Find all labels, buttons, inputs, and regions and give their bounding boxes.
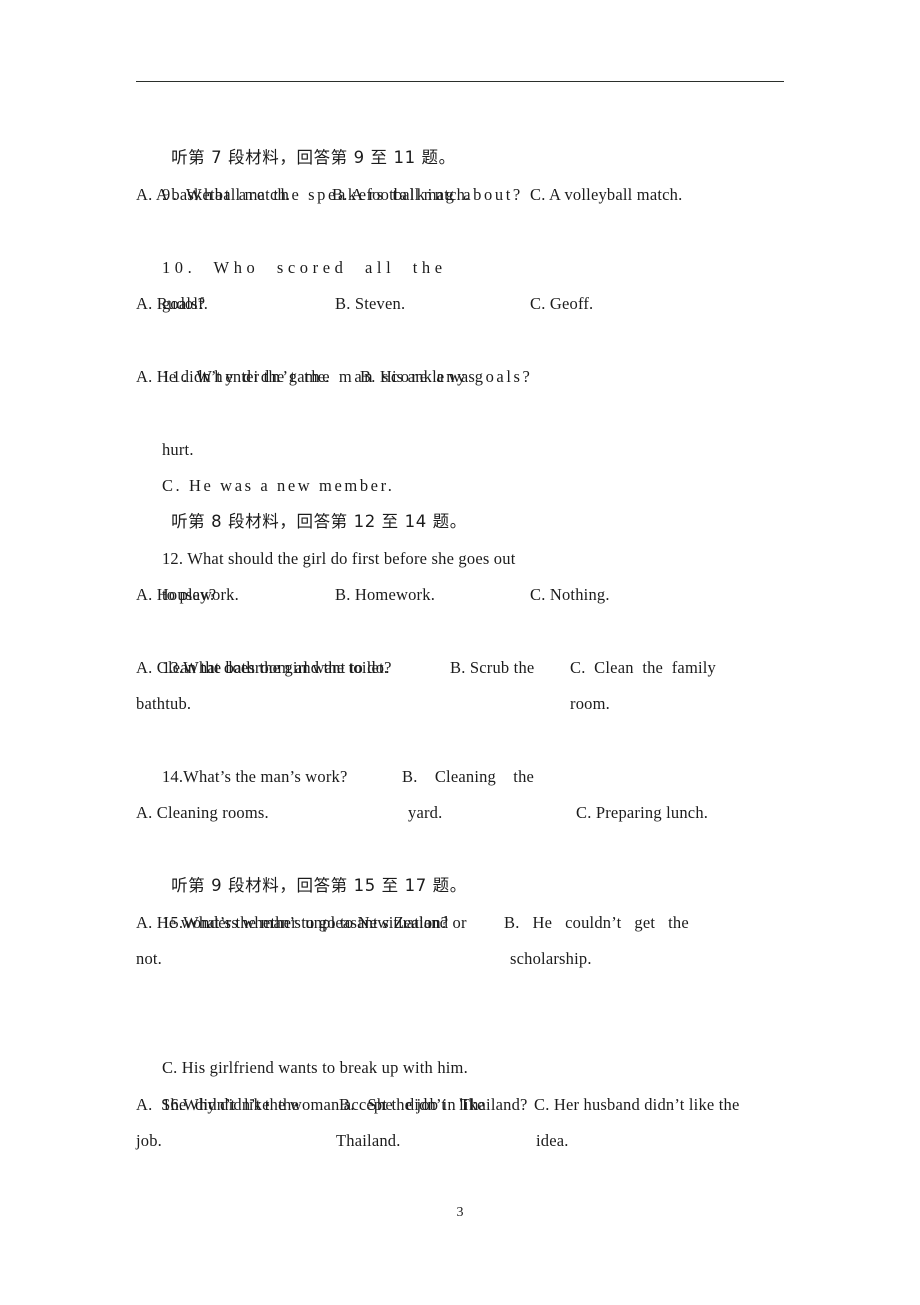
exam-body-text: 听第 7 段材料，回答第 9 至 11 题。 9. What are the s… [136, 104, 796, 1159]
option-12-b: B. Homework. [335, 585, 436, 605]
question-12-options: A. Housework. B. Homework. C. Nothing. [136, 577, 796, 613]
question-10-continuation: goals? [136, 250, 796, 313]
question-16-options: A. She didn’t like the B. She didn’t lik… [136, 1087, 796, 1123]
option-15-b-continuation: scholarship. [510, 948, 592, 968]
question-16-options-continuation: job. Thailand. idea. [136, 1123, 796, 1159]
option-15-a: A. He wonders whether to go to New Zeala… [136, 912, 467, 932]
option-13-c-continuation: room. [570, 694, 610, 714]
option-12-c: C. Nothing. [530, 585, 610, 605]
page-number: 3 [456, 1205, 464, 1220]
option-12-a: A. Housework. [136, 585, 239, 605]
option-16-a-continuation: job. [136, 1130, 163, 1150]
option-13-c: C. Clean the family [570, 657, 716, 677]
section-heading-part-9: 听第 9 段材料，回答第 15 至 17 题。 [136, 832, 796, 895]
question-13-options-continuation: bathtub. room. [136, 686, 796, 722]
option-15-c: C. His girlfriend wants to break up with… [136, 1014, 796, 1077]
option-14-a: A. Cleaning rooms. [136, 803, 269, 823]
option-10-c: C. Geoff. [530, 293, 594, 313]
option-14-b-continuation: yard. [408, 803, 443, 823]
option-14-b-stray: B. Cleaning the [136, 759, 796, 795]
option-11-c: C. He was a new member. [136, 432, 796, 495]
question-15-options-continuation: not. scholarship. [136, 941, 796, 977]
question-16: 16.Why didn’t the woman accept the job i… [136, 1050, 796, 1114]
option-16-b-continuation: Thailand. [336, 1130, 401, 1150]
option-10-a: A. Rudolf. [136, 293, 209, 313]
option-9-b: B. A football match. [332, 184, 470, 204]
option-16-c: C. Her husband didn’t like the [534, 1094, 740, 1114]
header-divider-rule [136, 81, 784, 82]
option-13-a: A. Clean the bathroom and the toilet. [136, 657, 389, 677]
option-15-a-continuation: not. [136, 948, 163, 968]
option-11-b: B. His ankle was [360, 366, 476, 386]
document-page: 听第 7 段材料，回答第 9 至 11 题。 9. What are the s… [0, 0, 920, 1302]
question-9: 9. What are the speakers talking about? [136, 140, 796, 204]
question-12: 12. What should the girl do first before… [136, 504, 796, 568]
option-13-a-continuation: bathtub. [136, 694, 192, 714]
option-11-b-continuation: hurt. [136, 395, 796, 459]
option-16-b: B. She didn’t like [339, 1094, 485, 1114]
option-9-c: C. A volleyball match. [530, 184, 683, 204]
question-10-options: A. Rudolf. B. Steven. C. Geoff. [136, 286, 796, 322]
option-13-b: B. Scrub the [450, 657, 535, 677]
option-11-a: A. He didn’t enter the game. [136, 366, 330, 386]
option-16-c-continuation: idea. [536, 1130, 569, 1150]
question-13: 13.What does the girl want to do? [136, 613, 796, 677]
option-15-b: B. He couldn’t get the [504, 912, 689, 932]
question-15-options: A. He wonders whether to go to New Zeala… [136, 905, 796, 941]
option-14-b: B. Cleaning the [402, 767, 535, 787]
option-16-a: A. She didn’t like the [136, 1094, 300, 1114]
section-heading-part-8: 听第 8 段材料，回答第 12 至 14 题。 [136, 468, 796, 531]
question-13-options: A. Clean the bathroom and the toilet. B.… [136, 650, 796, 686]
section-heading-part-7: 听第 7 段材料，回答第 9 至 11 题。 [136, 104, 796, 167]
option-10-b: B. Steven. [335, 293, 406, 313]
question-12-continuation: to play? [136, 541, 796, 604]
option-9-a: A. A basketball match. [136, 184, 291, 204]
question-14: 14.What’s the man’s work? [136, 723, 796, 786]
option-14-c: C. Preparing lunch. [576, 803, 709, 823]
question-14-options: A. Cleaning rooms. yard. C. Preparing lu… [136, 795, 796, 831]
question-9-options: A. A basketball match. B. A football mat… [136, 177, 796, 213]
question-11: 11. Why didn’t the man score any goals? [136, 322, 796, 386]
question-10: 10. Who scored all the [136, 213, 796, 277]
question-11-options: A. He didn’t enter the game. B. His ankl… [136, 359, 796, 395]
question-15: 15.What’s the man’s unpleasant situation… [136, 868, 796, 932]
